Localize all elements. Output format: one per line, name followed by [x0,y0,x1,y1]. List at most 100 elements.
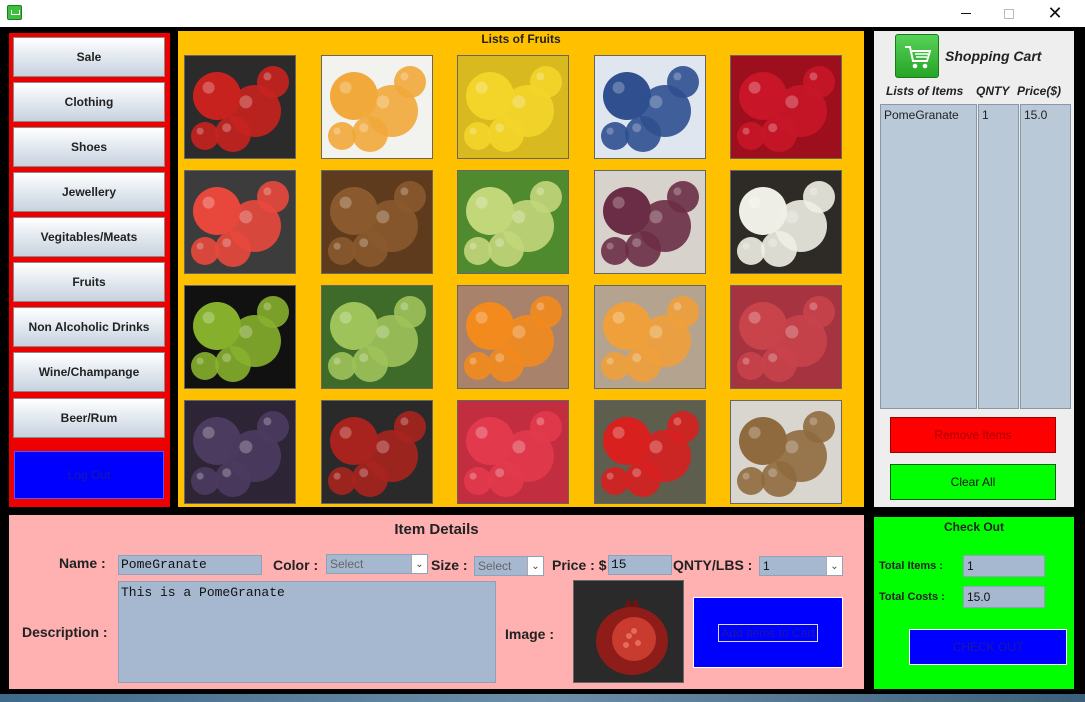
color-select[interactable]: Select ⌄ [326,554,428,574]
fruit-image-plum [185,401,295,503]
qnty-select[interactable]: 1 ⌄ [759,556,843,576]
add-to-cart-label: Add Items to Cart [718,623,818,642]
category-button-clothing[interactable]: Clothing [13,82,165,122]
cart-header-price: Price($) [1017,84,1062,98]
cart-header-qnty: QNTY [976,84,1010,98]
fruit-image-raspberry [458,401,568,503]
category-button-shoes[interactable]: Shoes [13,127,165,167]
checkout-button[interactable]: CHECK OUT [909,629,1067,665]
app-icon [7,5,22,20]
fruit-image-kiwi [185,286,295,388]
fruit-image-walnut [731,401,841,503]
size-select[interactable]: Select ⌄ [474,556,544,576]
qnty-label: QNTY/LBS : [673,557,753,573]
maximize-icon [1004,8,1014,19]
total-costs-field[interactable]: 15.0 [963,586,1045,608]
category-button-non-alcoholic-drinks[interactable]: Non Alcoholic Drinks [13,307,165,347]
fruit-tile-walnut[interactable] [730,400,842,504]
item-image-pomegranate [573,580,684,683]
fruit-tile-banana[interactable] [457,55,569,159]
fruit-image-orange [458,286,568,388]
category-button-vegetables-meats[interactable]: Vegitables/Meats [13,217,165,257]
description-textarea[interactable]: This is a PomeGranate [118,581,496,683]
close-button[interactable]: ✕ [1032,0,1078,27]
chevron-down-icon: ⌄ [826,557,842,575]
price-field[interactable]: 15 [608,555,672,575]
color-label: Color : [273,557,319,573]
fruit-tile-plum[interactable] [184,400,296,504]
fruit-tile-coconut[interactable] [730,170,842,274]
total-items-field[interactable]: 1 [963,555,1045,577]
fruit-image-cherry [731,56,841,158]
fruit-grid-title: Lists of Fruits [481,32,561,46]
fruit-tile-kiwi[interactable] [184,285,296,389]
fruit-tile-strawberry[interactable] [594,400,706,504]
fruit-image-strawberry [595,401,705,503]
name-field[interactable]: PomeGranate [118,555,262,575]
qnty-select-value: 1 [763,559,770,573]
fruit-tile-watermelon[interactable] [184,170,296,274]
name-label: Name : [59,555,106,571]
checkout-panel: Check Out Total Items : 1 Total Costs : … [874,517,1074,689]
category-button-wine-champagne[interactable]: Wine/Champange [13,352,165,392]
category-button-fruits[interactable]: Fruits [13,262,165,302]
cart-row-qnty[interactable]: 1 [982,108,1015,122]
shopping-cart-panel: Shopping Cart Lists of Items QNTY Price(… [874,31,1074,507]
image-label: Image : [505,626,555,642]
checkout-title: Check Out [943,520,1004,534]
fruit-image-grape [458,171,568,273]
fruit-image-apricot [322,56,432,158]
fruit-image-apple [185,56,295,158]
add-to-cart-button[interactable]: Add Items to Cart [693,597,843,668]
fruit-tile-cherry[interactable] [730,55,842,159]
size-label: Size : [431,557,468,573]
fruit-image-blueberry [595,56,705,158]
fruit-tile-raspberry[interactable] [457,400,569,504]
fruit-tile-blueberry[interactable] [594,55,706,159]
desktop-background-strip [0,694,1085,702]
cart-row-item[interactable]: PomeGranate [884,108,973,122]
logout-button[interactable]: Log Out [14,451,164,499]
fruit-tile-apricot[interactable] [321,55,433,159]
fruit-grid-panel: Lists of Fruits [178,31,864,507]
category-button-beer-rum[interactable]: Beer/Rum [13,398,165,438]
remove-items-button[interactable]: Remove Items [890,417,1056,453]
category-button-sale[interactable]: Sale [13,37,165,77]
fruit-tile-pear[interactable] [321,285,433,389]
fruit-tile-grape[interactable] [457,170,569,274]
cart-row-price[interactable]: 15.0 [1024,108,1067,122]
fruit-tile-hazelnut[interactable] [321,170,433,274]
shopping-cart-title: Shopping Cart [945,48,1042,64]
fruit-image-banana [458,56,568,158]
cart-price-list[interactable]: 15.0 [1020,104,1071,409]
cart-qnty-list[interactable]: 1 [978,104,1019,409]
cart-items-list[interactable]: PomeGranate [880,104,977,409]
title-bar: ✕ [0,0,1085,27]
clear-all-button[interactable]: Clear All [890,464,1056,500]
minimize-icon [961,13,971,14]
fruit-image-cantaloupe [595,286,705,388]
fruit-tile-cantaloupe[interactable] [594,285,706,389]
fruit-tile-fig[interactable] [594,170,706,274]
minimize-button[interactable] [943,0,989,27]
fruit-tile-lychee[interactable] [730,285,842,389]
item-details-panel: Item Details Name : PomeGranate Color : … [9,515,864,689]
maximize-button[interactable] [986,0,1032,27]
close-icon: ✕ [1047,3,1063,23]
fruit-tile-orange[interactable] [457,285,569,389]
total-items-label: Total Items : [879,560,943,572]
fruit-image-pomegranate [322,401,432,503]
description-label: Description : [22,624,108,640]
shopping-cart-icon [895,34,939,78]
fruit-image-coconut [731,171,841,273]
price-label: Price : $ [552,557,607,573]
category-panel: Sale Clothing Shoes Jewellery Vegitables… [9,33,170,507]
fruit-tile-apple[interactable] [184,55,296,159]
chevron-down-icon: ⌄ [527,557,543,575]
color-select-value: Select [330,557,364,571]
fruit-image-lychee [731,286,841,388]
fruit-tile-pomegranate[interactable] [321,400,433,504]
fruit-image-watermelon [185,171,295,273]
category-button-jewellery[interactable]: Jewellery [13,172,165,212]
cart-header-items: Lists of Items [886,84,964,98]
